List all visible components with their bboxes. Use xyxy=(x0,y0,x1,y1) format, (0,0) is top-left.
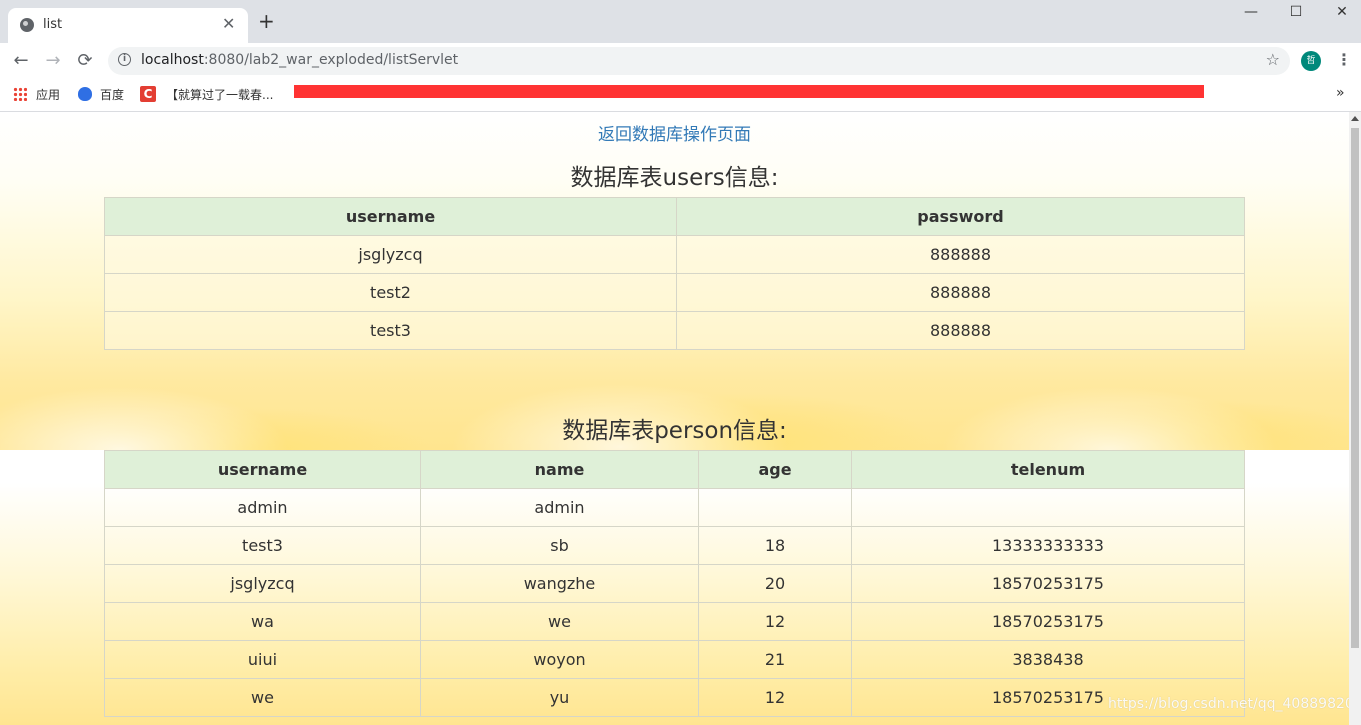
browser-toolbar: ← → ⟳ i localhost:8080/lab2_war_exploded… xyxy=(0,43,1361,79)
table-cell xyxy=(698,488,852,527)
table-cell: 888888 xyxy=(676,311,1245,350)
baidu-icon xyxy=(78,87,92,101)
table-cell: 13333333333 xyxy=(851,526,1245,565)
tab-strip: list ✕ + — ☐ ✕ xyxy=(0,0,1361,43)
column-header: username xyxy=(104,450,421,489)
vertical-scrollbar[interactable] xyxy=(1349,112,1361,725)
scroll-thumb[interactable] xyxy=(1351,128,1359,648)
column-header: username xyxy=(104,197,677,236)
page-viewport: 返回数据库操作页面 数据库表users信息: username password… xyxy=(0,112,1349,725)
table-cell: 18 xyxy=(698,526,852,565)
address-bar[interactable]: i localhost:8080/lab2_war_exploded/listS… xyxy=(108,47,1290,75)
table-cell: jsglyzcq xyxy=(104,235,677,274)
tab-close-icon[interactable]: ✕ xyxy=(222,14,235,33)
table-row: jsglyzcq 888888 xyxy=(104,235,1245,274)
bookmark-csdn[interactable]: 【就算过了一载春... xyxy=(166,86,273,103)
url-path: :8080/lab2_war_exploded/listServlet xyxy=(203,52,459,68)
table-cell: admin xyxy=(420,488,699,527)
apps-grid-icon[interactable] xyxy=(13,87,27,101)
redaction-bar xyxy=(294,85,1204,98)
table-cell: 18570253175 xyxy=(851,564,1245,603)
minimize-button[interactable]: — xyxy=(1236,4,1266,20)
table-header-row: username password xyxy=(104,197,1245,236)
table-cell xyxy=(851,488,1245,527)
table-cell: 12 xyxy=(698,678,852,717)
table-cell: 12 xyxy=(698,602,852,641)
bookmark-apps[interactable]: 应用 xyxy=(36,86,60,103)
table-cell: uiui xyxy=(104,640,421,679)
column-header: telenum xyxy=(851,450,1245,489)
table-row: uiui woyon 21 3838438 xyxy=(104,640,1245,679)
url-text[interactable]: localhost:8080/lab2_war_exploded/listSer… xyxy=(141,52,458,68)
table-cell: 3838438 xyxy=(851,640,1245,679)
users-table: username password jsglyzcq 888888 test2 … xyxy=(104,197,1245,350)
profile-avatar[interactable]: 哲 xyxy=(1301,51,1321,71)
table-row: wa we 12 18570253175 xyxy=(104,602,1245,641)
table-row: test2 888888 xyxy=(104,273,1245,312)
table-cell: 888888 xyxy=(676,235,1245,274)
table-header-row: username name age telenum xyxy=(104,450,1245,489)
table-row: test3 sb 18 13333333333 xyxy=(104,526,1245,565)
table-cell: test3 xyxy=(104,311,677,350)
maximize-button[interactable]: ☐ xyxy=(1281,4,1311,20)
forward-button[interactable]: → xyxy=(42,50,64,71)
table-cell: 21 xyxy=(698,640,852,679)
menu-icon[interactable]: ⋮ xyxy=(1336,50,1352,69)
column-header: age xyxy=(698,450,852,489)
table-cell: we xyxy=(104,678,421,717)
tab-title: list xyxy=(43,17,63,32)
users-table-title: 数据库表users信息: xyxy=(570,165,779,191)
table-row: admin admin xyxy=(104,488,1245,527)
bookmarks-more-icon[interactable]: » xyxy=(1336,85,1345,101)
csdn-icon: C xyxy=(140,86,156,102)
table-row: jsglyzcq wangzhe 20 18570253175 xyxy=(104,564,1245,603)
person-table: username name age telenum admin admin te… xyxy=(104,450,1245,717)
person-table-title: 数据库表person信息: xyxy=(562,418,787,444)
scroll-up-icon[interactable] xyxy=(1351,116,1359,121)
browser-tab[interactable]: list ✕ xyxy=(8,8,248,43)
watermark-text: https://blog.csdn.net/qq_40889820 xyxy=(1108,696,1349,712)
url-host: localhost xyxy=(141,52,204,68)
back-to-db-page-link[interactable]: 返回数据库操作页面 xyxy=(0,120,1349,145)
table-cell: wa xyxy=(104,602,421,641)
column-header: name xyxy=(420,450,699,489)
column-header: password xyxy=(676,197,1245,236)
table-row: we yu 12 18570253175 xyxy=(104,678,1245,717)
back-button[interactable]: ← xyxy=(10,50,32,71)
table-cell: wangzhe xyxy=(420,564,699,603)
info-icon[interactable]: i xyxy=(118,53,131,66)
bookmark-baidu[interactable]: 百度 xyxy=(100,86,124,103)
table-cell: admin xyxy=(104,488,421,527)
table-cell: yu xyxy=(420,678,699,717)
window-close-button[interactable]: ✕ xyxy=(1327,4,1357,20)
table-cell: 18570253175 xyxy=(851,602,1245,641)
new-tab-button[interactable]: + xyxy=(258,11,275,31)
table-cell: 20 xyxy=(698,564,852,603)
table-cell: woyon xyxy=(420,640,699,679)
table-row: test3 888888 xyxy=(104,311,1245,350)
table-cell: test3 xyxy=(104,526,421,565)
globe-icon xyxy=(20,18,34,32)
table-cell: 888888 xyxy=(676,273,1245,312)
table-cell: test2 xyxy=(104,273,677,312)
table-cell: we xyxy=(420,602,699,641)
table-cell: jsglyzcq xyxy=(104,564,421,603)
bookmark-star-icon[interactable]: ☆ xyxy=(1266,50,1280,69)
table-cell: sb xyxy=(420,526,699,565)
reload-button[interactable]: ⟳ xyxy=(74,50,96,71)
